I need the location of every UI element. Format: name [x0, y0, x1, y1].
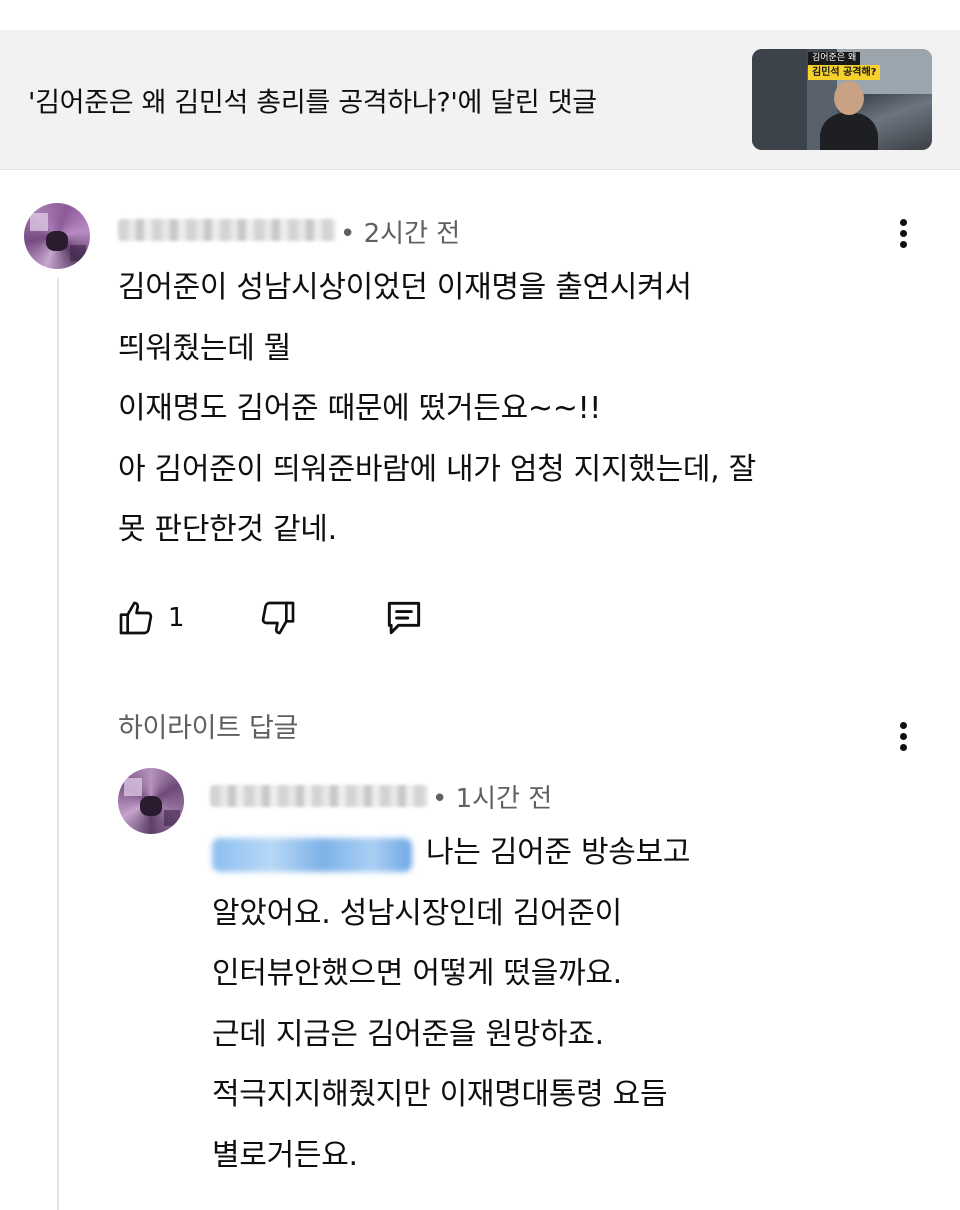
highlighted-reply-label: 하이라이트 답글: [118, 713, 299, 744]
comment-text: 김어준이 성남시상이었던 이재명을 출연시켜서 띄워줬는데 뭘 이재명도 김어준…: [118, 258, 918, 561]
comment-line: 김어준이 성남시상이었던 이재명을 출연시켜서: [118, 270, 692, 305]
comment-reply-icon: [387, 601, 421, 635]
reply-line: 알았어요. 성남시장인데 김어준이: [212, 895, 622, 931]
reply-button[interactable]: [382, 596, 426, 640]
avatar[interactable]: [24, 203, 90, 269]
thread-line: [57, 278, 59, 1210]
reply-line: 별로거든요.: [212, 1137, 358, 1173]
like-button[interactable]: 1: [116, 596, 185, 640]
reply-line: 적극지지해줬지만 이재명대통령 요듬: [212, 1077, 668, 1112]
video-thumbnail[interactable]: 김어준은 왜 김민석 공격해?: [752, 49, 932, 150]
dislike-button[interactable]: [258, 596, 298, 640]
more-vertical-icon[interactable]: [893, 722, 913, 762]
comment-line: 띄워줬는데 뭘: [118, 330, 292, 366]
video-title: '김어준은 왜 김민석 총리를 공격하나?'에 달린 댓글: [28, 87, 597, 118]
thumbs-down-icon: [261, 601, 295, 635]
username-blurred[interactable]: [210, 785, 428, 807]
reply-line: 인터뷰안했으면 어떻게 떴을까요.: [212, 956, 622, 991]
comment-timestamp: • 2시간 전: [340, 219, 461, 249]
username-blurred[interactable]: [118, 219, 336, 241]
reply-line: 나는 김어준 방송보고: [426, 835, 691, 870]
video-header[interactable]: '김어준은 왜 김민석 총리를 공격하나?'에 달린 댓글 김어준은 왜 김민석…: [0, 30, 960, 170]
comment-line: 이재명도 김어준 때문에 떴거든요~~!!: [118, 391, 602, 426]
thumbs-up-icon: [119, 601, 153, 635]
reply-line: 근데 지금은 김어준을 원망하죠.: [212, 1016, 604, 1052]
avatar[interactable]: [118, 768, 184, 834]
like-count: 1: [168, 603, 185, 633]
thumbnail-caption-2: 김민석 공격해?: [808, 65, 881, 80]
reply-text: 나는 김어준 방송보고 알았어요. 성남시장인데 김어준이 인터뷰안했으면 어떻…: [212, 823, 912, 1186]
reply-timestamp: • 1시간 전: [432, 784, 553, 814]
comment-line: 못 판단한것 같네.: [118, 512, 337, 547]
more-vertical-icon[interactable]: [893, 219, 913, 259]
comment-line: 아 김어준이 띄워준바람에 내가 엄청 지지했는데, 잘: [118, 451, 756, 487]
thumbnail-caption-1: 김어준은 왜: [808, 52, 861, 65]
